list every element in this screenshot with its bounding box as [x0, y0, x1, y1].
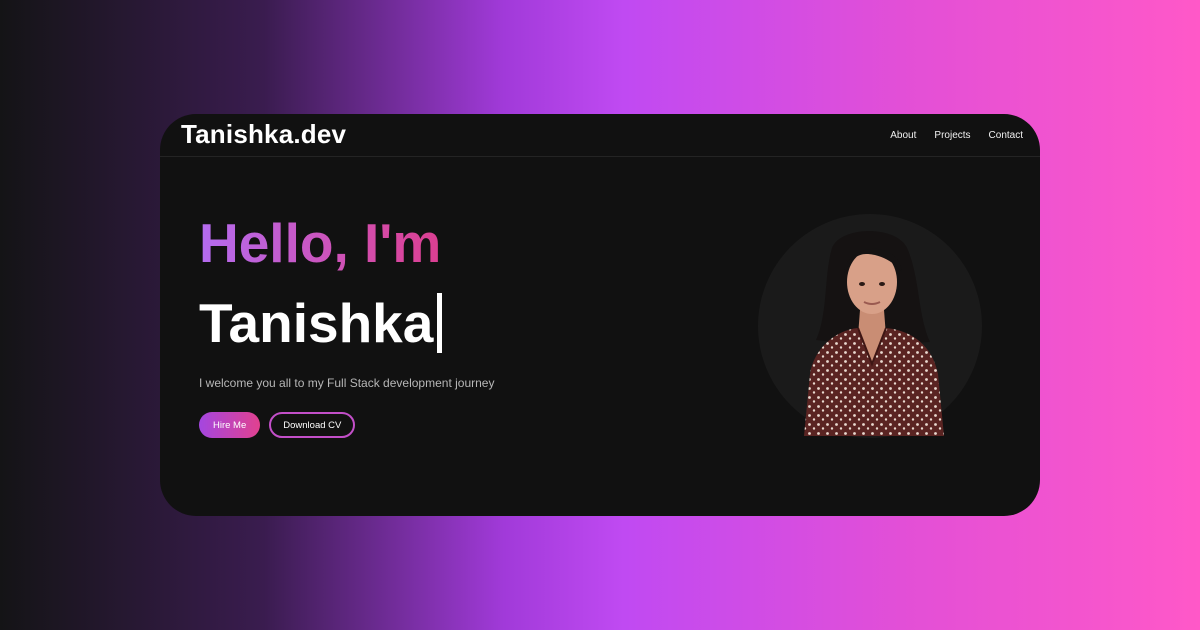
typing-cursor-icon — [437, 293, 443, 353]
hero-actions: Hire Me Download CV — [199, 412, 494, 438]
portfolio-window: Tanishka.dev About Projects Contact Hell… — [160, 114, 1040, 516]
site-logo[interactable]: Tanishka.dev — [181, 119, 346, 150]
hero-name: Tanishka — [199, 291, 434, 354]
hero-greeting: Hello, I'm — [199, 216, 494, 278]
hire-me-button[interactable]: Hire Me — [199, 412, 261, 438]
hero-name-line: Tanishka — [199, 292, 494, 354]
navbar: Tanishka.dev About Projects Contact — [160, 114, 1040, 157]
download-cv-button[interactable]: Download CV — [269, 412, 356, 438]
nav-link-contact[interactable]: Contact — [989, 130, 1023, 141]
hero-tagline: I welcome you all to my Full Stack devel… — [199, 376, 495, 390]
nav-link-projects[interactable]: Projects — [934, 130, 970, 141]
profile-photo — [780, 224, 964, 436]
portrait-illustration — [804, 231, 944, 436]
nav-link-about[interactable]: About — [890, 130, 916, 141]
profile-photo-frame — [758, 214, 982, 438]
nav-links: About Projects Contact — [890, 130, 1023, 141]
hero-intro: Hello, I'm Tanishka I welcome you all to… — [199, 216, 494, 438]
